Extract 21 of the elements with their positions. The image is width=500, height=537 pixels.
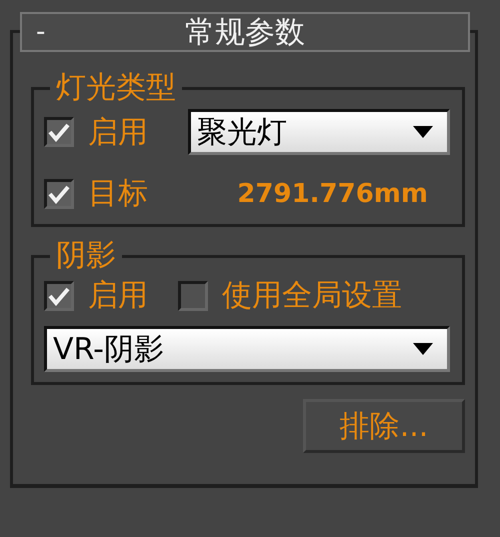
target-distance-value: 2791.776mm — [237, 178, 428, 208]
dropdown-value: 聚光灯 — [197, 114, 288, 152]
dropdown-value: VR-阴影 — [53, 330, 165, 368]
dropdown[interactable]: 聚光灯 — [188, 109, 450, 155]
checkbox-label: 启用 — [88, 277, 148, 315]
group-title: 阴影 — [55, 237, 117, 275]
checkbox-label: 使用全局设置 — [222, 277, 402, 315]
dropdown[interactable]: VR-阴影 — [44, 326, 450, 372]
dropdown-arrow-icon — [413, 343, 433, 355]
dropdown-arrow-icon — [413, 126, 433, 138]
checkbox-label: 目标 — [88, 175, 148, 213]
group-title: 灯光类型 — [55, 69, 177, 107]
rollout-title: 常规参数 — [184, 14, 306, 52]
checkbox[interactable] — [44, 117, 74, 147]
checkbox[interactable] — [44, 280, 74, 310]
collapse-symbol: - — [35, 17, 46, 47]
exclude-button[interactable]: 排除... — [303, 399, 465, 453]
rollout-header[interactable]: - 常规参数 — [20, 12, 470, 52]
checkbox[interactable] — [178, 280, 208, 310]
checkbox-label: 启用 — [88, 114, 148, 152]
checkbox[interactable] — [44, 178, 74, 208]
